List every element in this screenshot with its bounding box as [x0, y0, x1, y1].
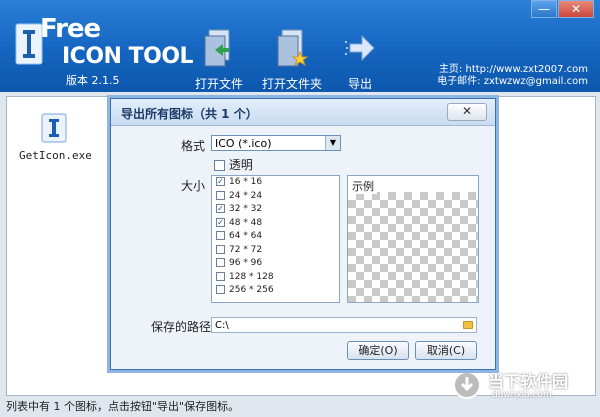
main-window: — ✕ Free ICON TOOL 版本 2.1.5 打开文件 打开文件夹 导…	[0, 0, 600, 417]
size-option-label: 256 * 256	[229, 285, 274, 295]
chevron-down-icon[interactable]: ▼	[325, 136, 340, 150]
size-checkbox[interactable]: ✓	[216, 204, 225, 213]
size-option[interactable]: ✓ 48 * 48	[212, 217, 339, 231]
list-item[interactable]: GetIcon.exe	[19, 113, 92, 162]
size-option-label: 128 * 128	[229, 271, 274, 282]
open-folder-icon	[277, 29, 309, 67]
preview-checkerboard	[348, 192, 478, 302]
format-label: 格式	[181, 139, 206, 153]
export-dialog: 导出所有图标（共 1 个） ✕ 格式 ICO (*.ico) ▼ 透明 大小 ✓…	[110, 98, 496, 370]
dialog-close-button[interactable]: ✕	[447, 103, 487, 121]
cancel-button[interactable]: 取消(C)	[415, 341, 477, 360]
size-option[interactable]: ✓ 32 * 32	[212, 203, 339, 217]
format-value: ICO (*.ico)	[215, 137, 272, 150]
icon-file-icon	[41, 113, 67, 143]
dialog-title-bar: 导出所有图标（共 1 个） ✕	[111, 99, 495, 126]
size-checkbox[interactable]	[216, 190, 225, 200]
size-option[interactable]: 24 * 24	[212, 190, 339, 204]
size-checkbox[interactable]	[216, 231, 225, 240]
size-option[interactable]: ✓ 16 * 16	[212, 176, 339, 190]
size-checkbox[interactable]	[216, 285, 225, 294]
close-button[interactable]: ✕	[558, 0, 594, 18]
size-option-label: 32 * 32	[229, 204, 263, 214]
transparent-option[interactable]: 透明	[214, 156, 253, 173]
size-checkbox[interactable]: ✓	[216, 217, 225, 227]
open-file-label: 打开文件	[194, 77, 243, 91]
export-arrow-icon	[345, 34, 375, 62]
ok-button[interactable]: 确定(O)	[347, 341, 409, 360]
file-name: GetIcon.exe	[19, 149, 92, 162]
open-file-button[interactable]: 打开文件	[194, 28, 244, 92]
export-label: 导出	[347, 77, 372, 91]
watermark-name: 当下软件园	[488, 372, 569, 391]
header-bar: — ✕ Free ICON TOOL 版本 2.1.5 打开文件 打开文件夹 导…	[0, 0, 600, 92]
version-label: 版本 2.1.5	[66, 74, 120, 87]
watermark: 当下软件园 downxia.com	[452, 366, 592, 406]
email-link[interactable]: 电子邮件: zxtwzwz@gmail.com	[437, 72, 588, 87]
open-folder-label: 打开文件夹	[262, 77, 323, 91]
open-folder-button[interactable]: 打开文件夹	[262, 28, 322, 92]
open-file-icon	[204, 29, 230, 67]
dialog-title: 导出所有图标（共 1 个）	[121, 107, 258, 121]
format-select[interactable]: ICO (*.ico) ▼	[211, 135, 341, 151]
size-checkbox[interactable]	[216, 244, 225, 254]
size-checkbox[interactable]	[216, 271, 225, 281]
size-list: ✓ 16 * 16 24 * 24 ✓ 32 * 32 ✓ 48 * 48 64 * 64 72…	[211, 175, 340, 303]
preview-panel: 示例	[347, 175, 479, 303]
size-checkbox[interactable]	[216, 258, 225, 267]
folder-icon[interactable]	[463, 321, 473, 329]
path-value: C:\	[215, 320, 229, 331]
watermark-logo-icon	[453, 371, 481, 399]
size-option[interactable]: 128 * 128	[212, 271, 339, 285]
size-option-label: 64 * 64	[229, 231, 263, 241]
window-controls: — ✕	[530, 0, 594, 18]
minimize-button[interactable]: —	[531, 0, 557, 18]
size-option[interactable]: 256 * 256	[212, 284, 339, 298]
size-option-label: 72 * 72	[229, 244, 263, 255]
transparent-checkbox[interactable]	[214, 160, 225, 171]
size-option-label: 96 * 96	[229, 258, 263, 268]
size-option[interactable]: 72 * 72	[212, 244, 339, 258]
size-option[interactable]: 64 * 64	[212, 230, 339, 244]
size-label: 大小	[181, 179, 206, 193]
size-option[interactable]: 96 * 96	[212, 257, 339, 271]
path-label: 保存的路径	[151, 320, 212, 334]
logo-subtitle: ICON TOOL	[62, 44, 194, 69]
preview-label: 示例	[352, 178, 377, 194]
size-checkbox[interactable]: ✓	[216, 177, 225, 186]
save-path-input[interactable]: C:\	[211, 317, 477, 333]
transparent-label: 透明	[228, 158, 253, 172]
size-option-label: 48 * 48	[229, 217, 263, 228]
logo-title: Free	[40, 14, 101, 44]
watermark-url: downxia.com	[492, 390, 552, 400]
size-option-label: 24 * 24	[229, 190, 263, 201]
size-option-label: 16 * 16	[229, 177, 263, 187]
export-button[interactable]: 导出	[340, 28, 380, 92]
